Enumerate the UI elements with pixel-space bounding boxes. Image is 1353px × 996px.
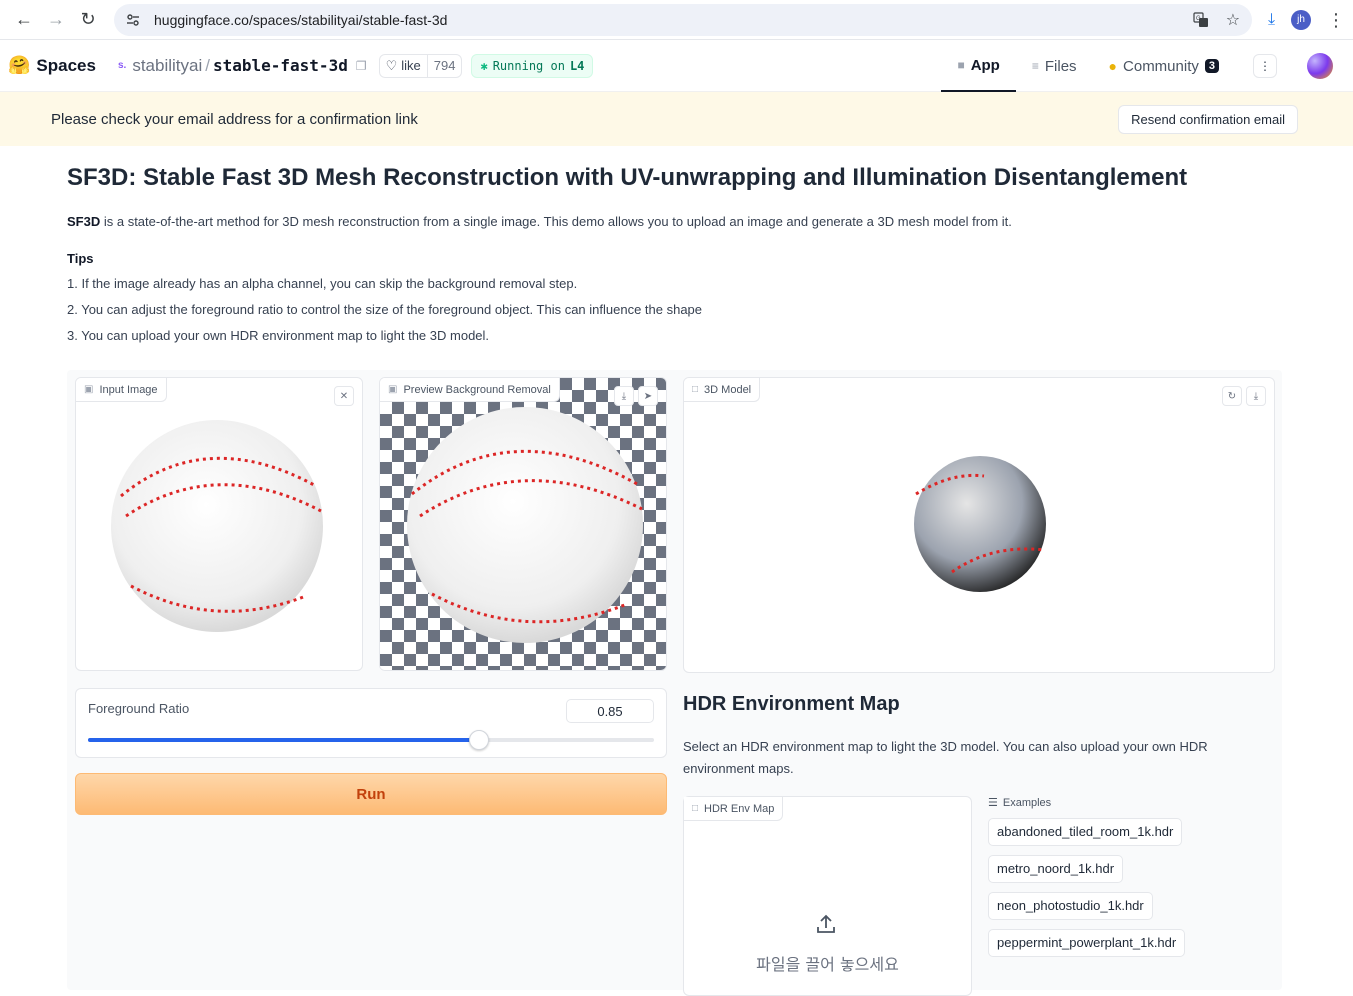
input-image-label: ▣ Input Image [76, 378, 167, 402]
tab-community-label: Community [1123, 57, 1199, 75]
drop-file-text: 파일을 끌어 놓으세요 [756, 955, 899, 974]
like-count[interactable]: 794 [426, 54, 462, 77]
org-link[interactable]: stabilityai [132, 56, 202, 76]
like-button[interactable]: ♡ like 794 [378, 53, 463, 78]
site-settings-icon[interactable] [124, 11, 142, 29]
confirmation-banner: Please check your email address for a co… [0, 92, 1353, 146]
foreground-ratio-slider-panel: Foreground Ratio 0.85 [75, 688, 667, 758]
user-avatar[interactable] [1307, 53, 1333, 79]
hardware-icon: ✱ [480, 58, 488, 73]
example-item[interactable]: metro_noord_1k.hdr [988, 855, 1124, 883]
tips-heading: Tips [67, 251, 94, 266]
path-separator: / [205, 55, 210, 75]
resend-confirmation-button[interactable]: Resend confirmation email [1118, 104, 1298, 134]
hdr-section-title: HDR Environment Map [683, 693, 900, 715]
run-button[interactable]: Run [75, 773, 667, 815]
3d-baseball-render [914, 456, 1046, 592]
heart-icon: ♡ [385, 57, 398, 73]
3d-model-panel[interactable]: □ 3D Model ↻ ⤓ [683, 377, 1275, 673]
3d-model-label-text: 3D Model [704, 383, 752, 396]
slider-thumb[interactable] [468, 730, 489, 750]
community-icon: ● [1108, 58, 1118, 74]
more-options-icon[interactable]: ⋮ [1253, 54, 1277, 78]
example-item[interactable]: abandoned_tiled_room_1k.hdr [988, 818, 1183, 846]
preview-label-text: Preview Background Removal [403, 383, 551, 396]
image-icon: ▣ [84, 384, 94, 395]
page-title: SF3D: Stable Fast 3D Mesh Reconstruction… [67, 164, 1188, 191]
download-icon[interactable]: ⤓ [1268, 11, 1275, 29]
hdr-upload-panel[interactable]: □ HDR Env Map 파일을 끌어 놓으세요 [683, 796, 972, 996]
tab-app-label: App [970, 56, 1000, 74]
preview-background-removal-panel[interactable]: ▣ Preview Background Removal ⤓ ➤ [379, 377, 667, 671]
clear-image-close-icon[interactable]: ✕ [334, 386, 354, 406]
app-cube-icon: ■ [957, 58, 965, 72]
running-label: Running on [492, 58, 565, 73]
example-item[interactable]: peppermint_powerplant_1k.hdr [988, 929, 1186, 957]
files-icon: ≡ [1031, 59, 1039, 73]
tab-files[interactable]: ≡ Files [1016, 40, 1093, 92]
description-bold: SF3D [67, 214, 101, 229]
baseball-image [111, 420, 323, 632]
address-bar[interactable]: huggingface.co/spaces/stabilityai/stable… [114, 3, 1252, 36]
forward-arrow-icon[interactable]: → [40, 4, 72, 36]
back-arrow-icon[interactable]: ← [8, 4, 40, 36]
input-image-panel[interactable]: ▣ Input Image ✕ [75, 377, 363, 671]
translate-icon[interactable]: G [1192, 11, 1210, 29]
bookmark-star-icon[interactable]: ☆ [1224, 11, 1242, 29]
tab-app[interactable]: ■ App [941, 40, 1016, 92]
browser-toolbar: ← → ↻ huggingface.co/spaces/stabilityai/… [0, 0, 1353, 40]
browser-menu-icon[interactable]: ⋮ [1327, 11, 1345, 29]
hdr-env-map-label-text: HDR Env Map [704, 802, 775, 815]
hardware-label: L4 [569, 58, 585, 73]
org-avatar-icon: s. [117, 60, 127, 71]
3d-model-label: □ 3D Model [684, 378, 761, 402]
tab-community[interactable]: ● Community 3 [1093, 40, 1235, 92]
repo-name[interactable]: stable-fast-3d [213, 56, 348, 75]
example-item[interactable]: neon_photostudio_1k.hdr [988, 892, 1153, 920]
spaces-link[interactable]: Spaces [36, 56, 96, 76]
browser-profile-avatar[interactable]: jh [1291, 9, 1312, 30]
input-image-label-text: Input Image [99, 383, 158, 396]
main-content: SF3D: Stable Fast 3D Mesh Reconstruction… [0, 146, 1353, 343]
foreground-ratio-label: Foreground Ratio [88, 701, 190, 716]
svg-text:G: G [1196, 16, 1201, 22]
hdr-examples: ☰ Examples abandoned_tiled_room_1k.hdr m… [988, 796, 1278, 966]
description-text: is a state-of-the-art method for 3D mesh… [100, 214, 1012, 229]
hf-header: 🤗 Spaces s. stabilityai / stable-fast-3d… [0, 40, 1353, 92]
url-text: huggingface.co/spaces/stabilityai/stable… [154, 11, 448, 28]
community-count-badge: 3 [1204, 59, 1219, 73]
download-icon[interactable]: ⤓ [614, 386, 634, 406]
hdr-env-map-label: □ HDR Env Map [684, 797, 784, 821]
examples-heading: ☰ Examples [988, 796, 1278, 810]
download-model-icon[interactable]: ⤓ [1246, 386, 1266, 406]
tip-2: 2. You can adjust the foreground ratio t… [67, 302, 703, 317]
file-icon: □ [692, 384, 699, 395]
list-icon: ☰ [988, 797, 998, 809]
tab-files-label: Files [1044, 57, 1077, 75]
foreground-ratio-slider[interactable] [88, 730, 654, 750]
examples-label: Examples [1002, 796, 1052, 809]
share-icon[interactable]: ➤ [638, 386, 658, 406]
tip-1: 1. If the image already has an alpha cha… [67, 276, 578, 291]
preview-label: ▣ Preview Background Removal [380, 378, 560, 402]
copy-icon[interactable]: ❐ [356, 59, 367, 73]
foreground-ratio-input[interactable]: 0.85 [566, 699, 654, 723]
reset-view-icon[interactable]: ↻ [1222, 386, 1242, 406]
baseball-preview-image [407, 407, 643, 643]
image-icon: ▣ [388, 384, 398, 395]
upload-icon[interactable] [815, 913, 837, 941]
slider-fill [88, 738, 479, 742]
like-label: like [401, 58, 421, 73]
gradio-app: ▣ Input Image ✕ ▣ Preview Background Rem… [67, 370, 1282, 996]
file-icon: □ [692, 803, 699, 814]
hdr-description: Select an HDR environment map to light t… [683, 739, 1208, 776]
description: SF3D is a state-of-the-art method for 3D… [67, 214, 1286, 229]
running-status-badge[interactable]: ✱ Running on L4 [471, 53, 594, 78]
hugging-face-logo-icon[interactable]: 🤗 [8, 55, 30, 76]
reload-icon[interactable]: ↻ [72, 4, 104, 36]
tip-3: 3. You can upload your own HDR environme… [67, 328, 490, 343]
banner-message: Please check your email address for a co… [51, 110, 418, 128]
